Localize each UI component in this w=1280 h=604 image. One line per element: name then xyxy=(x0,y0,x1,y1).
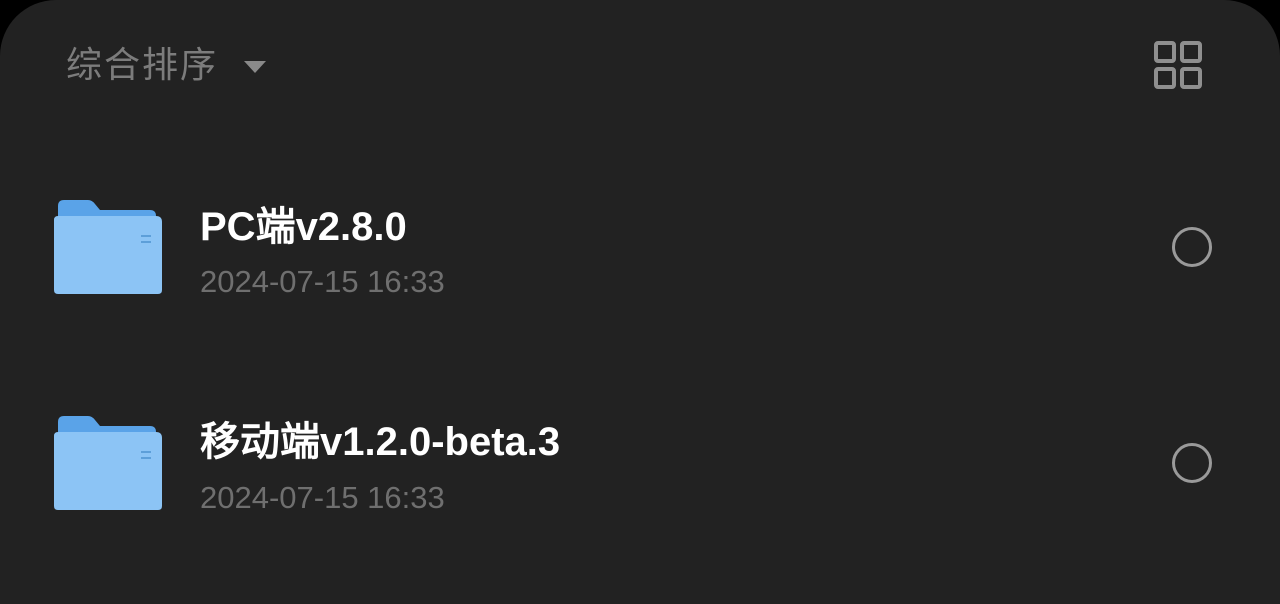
grid-view-icon xyxy=(1154,41,1202,89)
sort-dropdown[interactable]: 综合排序 xyxy=(66,42,267,90)
folder-name: PC端v2.8.0 xyxy=(200,205,407,249)
folder-icon xyxy=(54,416,162,510)
folder-name: 移动端v1.2.0-beta.3 xyxy=(200,420,561,464)
grid-view-button[interactable] xyxy=(1150,37,1206,93)
modified-time: 2024-07-15 16:33 xyxy=(200,264,445,299)
sort-label: 综合排序 xyxy=(66,45,219,86)
toolbar: 综合排序 xyxy=(0,0,1280,130)
file-browser-sheet: 综合排序 PC端v2.8.0 2024-07-15 16:33 移动端v1.2.… xyxy=(0,0,1280,604)
folder-icon xyxy=(54,200,162,294)
select-radio[interactable] xyxy=(1172,227,1212,267)
list-item-folder[interactable]: PC端v2.8.0 2024-07-15 16:33 xyxy=(0,140,1280,356)
select-radio[interactable] xyxy=(1172,443,1212,483)
caret-down-icon xyxy=(244,61,267,73)
list-item-folder[interactable]: 移动端v1.2.0-beta.3 2024-07-15 16:33 xyxy=(0,356,1280,572)
modified-time: 2024-07-15 16:33 xyxy=(200,480,445,515)
